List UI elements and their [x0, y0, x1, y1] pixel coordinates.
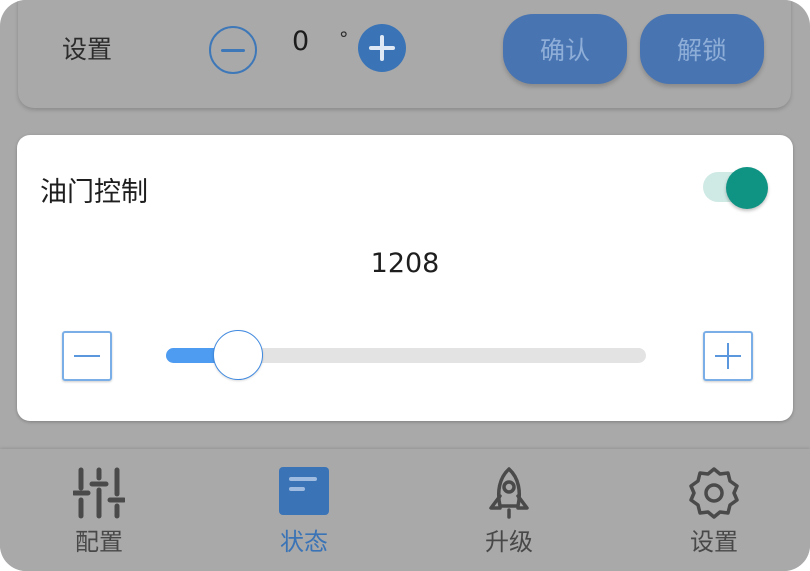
unlock-button[interactable]: 解锁 — [640, 14, 764, 84]
throttle-decrease-button[interactable] — [62, 331, 112, 381]
rocket-icon — [489, 467, 529, 519]
slider-thumb[interactable] — [213, 330, 263, 380]
nav-label-settings: 设置 — [690, 528, 738, 556]
throttle-value: 1208 — [370, 248, 440, 279]
throttle-title: 油门控制 — [40, 177, 148, 208]
gear-icon — [689, 467, 739, 519]
app-screen: 设置 0 ° 确认 解锁 油门控制 1208 配置 状态 升级 设置 — [0, 0, 810, 571]
angle-increase-button[interactable] — [358, 24, 406, 72]
angle-decrease-button[interactable] — [209, 26, 257, 74]
minus-icon — [74, 355, 100, 357]
nav-item-upgrade[interactable]: 升级 — [439, 449, 579, 571]
angle-unit: ° — [339, 28, 349, 50]
nav-label-upgrade: 升级 — [485, 528, 533, 556]
bottom-nav: 配置 状态 升级 设置 — [0, 449, 810, 571]
nav-item-status[interactable]: 状态 — [234, 449, 374, 571]
throttle-increase-button[interactable] — [703, 331, 753, 381]
settings-label: 设置 — [62, 35, 113, 64]
nav-item-config[interactable]: 配置 — [29, 449, 169, 571]
toggle-knob[interactable] — [726, 167, 768, 209]
nav-item-settings[interactable]: 设置 — [644, 449, 784, 571]
status-icon — [279, 467, 329, 515]
confirm-button[interactable]: 确认 — [503, 14, 627, 84]
angle-value: 0 — [292, 26, 310, 57]
sliders-icon — [73, 467, 125, 519]
nav-label-status: 状态 — [280, 528, 328, 556]
minus-icon — [221, 48, 245, 52]
nav-label-config: 配置 — [75, 528, 123, 556]
